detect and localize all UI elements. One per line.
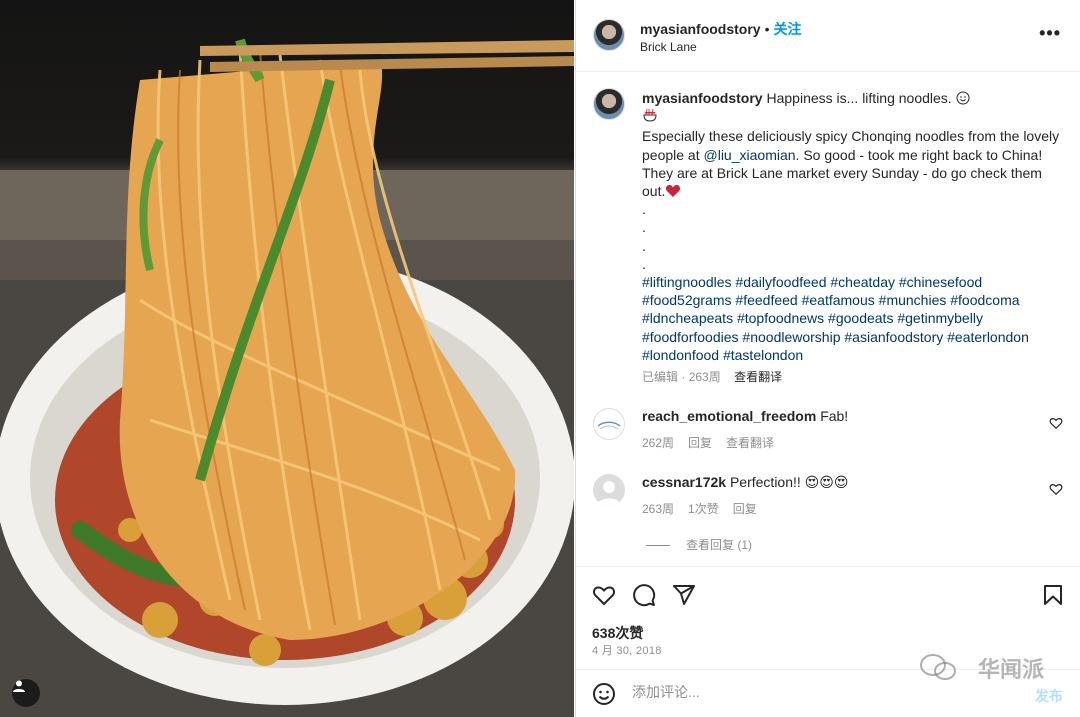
save-bookmark-icon[interactable] <box>1041 583 1065 607</box>
post-header: myasianfoodstory • 关注 Brick Lane ••• <box>576 0 1080 72</box>
comment-age: 262周 <box>642 436 675 450</box>
hashtag-link[interactable]: #cheatday <box>830 274 895 290</box>
meta-sep: · <box>681 370 686 384</box>
emoji-picker-icon[interactable] <box>592 682 616 706</box>
caption-mention-link[interactable]: @liu_xiaomian <box>704 147 796 163</box>
comment-text: Perfection!! 😍😍😍 <box>729 474 849 490</box>
user-icon <box>13 680 25 692</box>
caption-line1: Happiness is... lifting noodles. <box>766 90 952 106</box>
see-translation-link[interactable]: 查看翻译 <box>734 370 782 384</box>
comment-meta: 262周 回复 查看翻译 <box>642 434 788 451</box>
hashtag-link[interactable]: #goodeats <box>828 310 893 326</box>
post-comment-button[interactable]: 发布 <box>1035 686 1063 706</box>
comment-username[interactable]: cessnar172k <box>642 474 726 490</box>
hashtag-link[interactable]: #tastelondon <box>723 347 803 363</box>
more-options-button[interactable]: ••• <box>1039 24 1061 42</box>
comment-text-row: cessnar172k Perfection!! 😍😍😍 <box>642 474 848 491</box>
comment-meta: 263周 1次赞 回复 <box>642 500 771 517</box>
noodle-bowl-emoji-icon <box>643 109 657 122</box>
caption-hashtags: #liftingnoodles #dailyfoodfeed #cheatday… <box>642 273 1062 364</box>
hashtag-link[interactable]: #dailyfoodfeed <box>735 274 826 290</box>
author-avatar[interactable] <box>593 19 625 51</box>
caption-dot-1: . <box>642 201 646 218</box>
hashtag-link[interactable]: #munchies <box>879 292 947 308</box>
caption-avatar[interactable] <box>593 88 625 120</box>
hashtag-link[interactable]: #getinmybelly <box>897 310 983 326</box>
wave-logo-icon <box>597 421 621 430</box>
comment-text: Fab! <box>820 408 849 424</box>
caption-dot-4: . <box>642 255 646 272</box>
comment-text-row: reach_emotional_freedom Fab! <box>642 408 848 424</box>
hashtag-link[interactable]: #noodleworship <box>742 329 840 345</box>
heart-emoji-icon <box>666 185 681 198</box>
commenter-avatar[interactable] <box>593 474 625 506</box>
location-link[interactable]: Brick Lane <box>640 40 697 54</box>
add-comment-input[interactable] <box>632 684 962 700</box>
view-replies-label: 查看回复 (1) <box>686 538 753 552</box>
comment-age: 263周 <box>642 502 675 516</box>
hashtag-link[interactable]: #foodforfoodies <box>642 329 739 345</box>
caption-dot-2: . <box>642 219 646 236</box>
share-send-icon[interactable] <box>672 583 696 607</box>
like-heart-icon[interactable] <box>592 583 616 607</box>
hashtag-link[interactable]: #ldncheapeats <box>642 310 733 326</box>
hashtag-link[interactable]: #foodcoma <box>950 292 1019 308</box>
smile-emoji-icon <box>956 91 970 105</box>
separator-dot: • <box>764 21 770 37</box>
reply-button[interactable]: 回复 <box>688 436 712 450</box>
caption-age: 263周 <box>688 370 721 384</box>
hashtag-link[interactable]: #chinesefood <box>899 274 982 290</box>
hashtag-link[interactable]: #topfoodnews <box>737 310 824 326</box>
post-details-panel: myasianfoodstory • 关注 Brick Lane ••• myasi… <box>575 0 1080 717</box>
author-username[interactable]: myasianfoodstory <box>640 21 761 37</box>
replies-line <box>646 545 670 547</box>
hashtag-link[interactable]: #feedfeed <box>735 292 797 308</box>
hashtag-link[interactable]: #londonfood <box>642 347 719 363</box>
comment-like-heart-icon[interactable] <box>1049 416 1063 430</box>
hashtag-link[interactable]: #liftingnoodles <box>642 274 732 290</box>
hashtag-link[interactable]: #eatfamous <box>802 292 875 308</box>
post-caption: myasianfoodstory Happiness is... lifting… <box>642 89 1062 364</box>
header-name-row: myasianfoodstory • 关注 <box>640 19 802 39</box>
default-avatar-icon <box>597 481 621 506</box>
comment-like-count[interactable]: 1次赞 <box>688 502 719 516</box>
commenter-avatar[interactable] <box>593 408 625 440</box>
watermark-text: 华闻派 <box>977 658 1044 683</box>
post-date: 4 月 30, 2018 <box>592 645 662 657</box>
view-replies-button[interactable]: 查看回复 (1) <box>646 536 752 553</box>
comment-username[interactable]: reach_emotional_freedom <box>642 408 816 424</box>
noodle-photo-illustration <box>0 38 574 717</box>
comment-like-heart-icon[interactable] <box>1049 482 1063 496</box>
tagged-users-button[interactable] <box>12 679 40 707</box>
edited-label: 已编辑 <box>642 370 679 384</box>
wechat-watermark-icon <box>920 654 956 680</box>
hashtag-link[interactable]: #food52grams <box>642 292 732 308</box>
hashtag-link[interactable]: #eaterlondon <box>947 329 1029 345</box>
see-translation-link[interactable]: 查看翻译 <box>726 436 774 450</box>
hashtag-link[interactable]: #asianfoodstory <box>844 329 943 345</box>
post-photo[interactable] <box>0 0 574 717</box>
caption-meta: 已编辑 · 263周 查看翻译 <box>642 368 782 385</box>
comment-bubble-icon[interactable] <box>632 583 656 607</box>
caption-username[interactable]: myasianfoodstory <box>642 90 763 106</box>
action-bar <box>576 566 1080 621</box>
like-count[interactable]: 638次赞 <box>592 623 643 643</box>
caption-dot-3: . <box>642 237 646 254</box>
follow-button[interactable]: 关注 <box>774 21 802 37</box>
reply-button[interactable]: 回复 <box>733 502 757 516</box>
